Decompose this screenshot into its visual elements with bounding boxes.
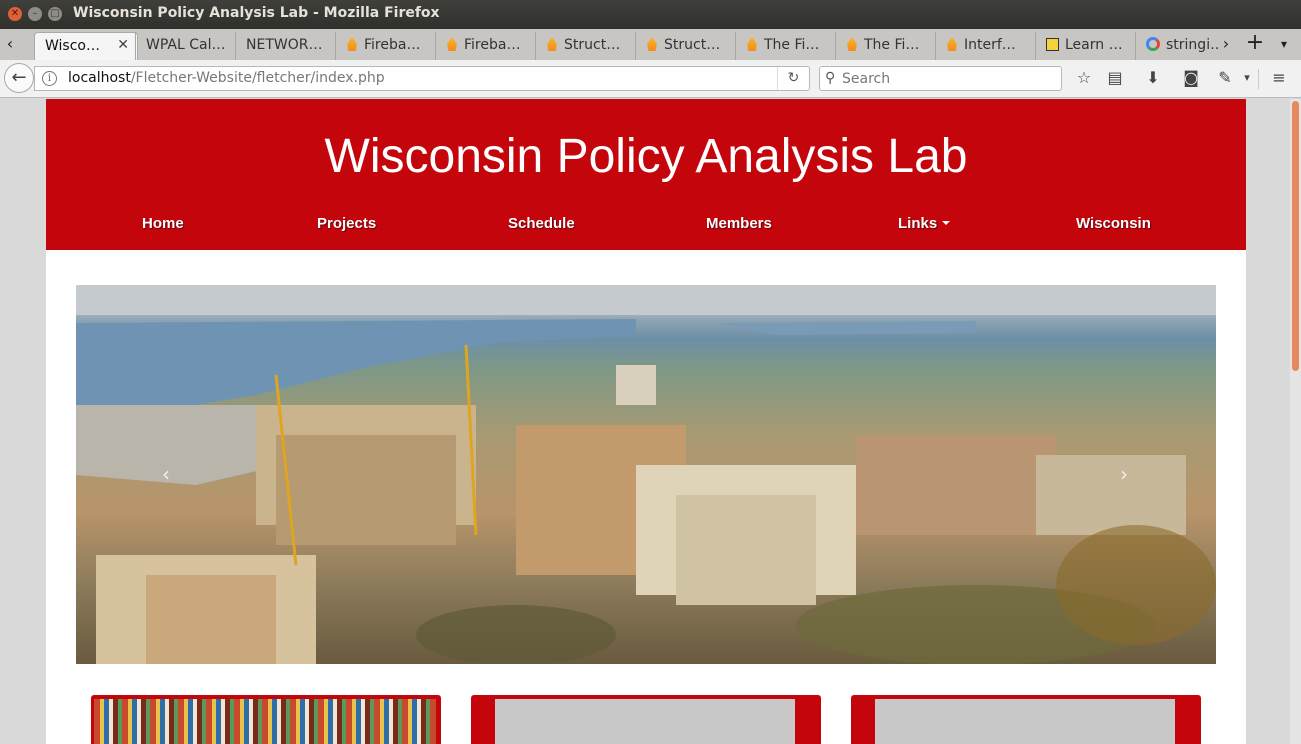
window-titlebar: ✕ – □ Wisconsin Policy Analysis Lab - Mo… [0,0,1301,29]
site-container: Wisconsin Policy Analysis Lab Home Proje… [46,99,1246,744]
tab-label: Fireba… [364,37,421,53]
learn-icon [1046,38,1059,51]
nav-wisconsin[interactable]: Wisconsin [1076,215,1151,232]
tab-label: Learn … [1065,37,1123,53]
firebase-icon [847,37,857,51]
nav-members[interactable]: Members [706,215,772,232]
search-bar[interactable]: ⚲ [819,66,1062,91]
tab-the-fi-2[interactable]: The Fi… [835,32,935,60]
search-icon: ⚲ [825,70,836,86]
nav-links[interactable]: Links [898,215,951,232]
tab-label: Fireba… [464,37,521,53]
info-icon[interactable]: i [42,71,57,86]
tab-label: Interf… [964,37,1016,53]
tab-label: Wisco… [45,38,100,54]
tab-the-fi-1[interactable]: The Fi… [735,32,835,60]
url-text[interactable]: localhost/Fletcher-Website/fletcher/inde… [68,70,385,86]
tab-learn[interactable]: Learn … [1035,32,1135,60]
tab-wpal-calendar[interactable]: WPAL Cal… [135,32,235,60]
tab-struct-1[interactable]: Struct… [535,32,635,60]
bookshelf-image [94,699,436,744]
carousel-next-icon[interactable]: › [1112,463,1136,487]
firebase-icon [747,37,757,51]
tab-stringi[interactable]: stringi… [1135,32,1219,60]
url-host: localhost [68,70,131,86]
tab-label: NETWOR… [246,37,323,53]
extension-icon[interactable]: ✎ [1214,68,1236,90]
tab-label: The Fi… [864,37,920,53]
caret-down-icon [942,221,951,225]
tab-scroll-right-icon[interactable]: › [1216,29,1236,60]
search-input[interactable] [842,69,1052,88]
nav-home[interactable]: Home [142,215,184,232]
tab-label: WPAL Cal… [146,37,226,53]
tab-scroll-left-icon[interactable]: ‹ [0,29,20,60]
card-2[interactable] [471,695,821,744]
tab-firebase-1[interactable]: Fireba… [335,32,435,60]
firebase-icon [547,37,557,51]
nav-projects[interactable]: Projects [317,215,376,232]
google-icon [1146,37,1160,51]
site-title: Wisconsin Policy Analysis Lab [324,130,968,183]
card-1[interactable] [91,695,441,744]
campus-aerial-photo [76,285,1216,664]
tab-label: stringi… [1166,37,1219,53]
extension-dropdown-icon[interactable]: ▾ [1236,68,1258,90]
tab-label: The Fi… [764,37,820,53]
tab-list-icon[interactable]: ▾ [1274,29,1294,60]
new-tab-icon[interactable]: + [1244,29,1266,60]
scrollbar-thumb[interactable] [1292,101,1299,371]
tab-strip: ‹ Wisco… ✕ WPAL Cal… NETWOR… Fireba… Fir… [0,29,1301,60]
image-carousel[interactable]: ‹ › [76,285,1216,664]
url-bar[interactable]: i localhost/Fletcher-Website/fletcher/in… [34,66,810,91]
tab-network[interactable]: NETWOR… [235,32,335,60]
tab-wisconsin[interactable]: Wisco… ✕ [34,32,138,60]
firebase-icon [447,37,457,51]
tab-label: Struct… [564,37,621,53]
window-maximize-button[interactable]: □ [48,7,62,21]
reading-list-icon[interactable]: ▤ [1104,68,1126,90]
nav-schedule[interactable]: Schedule [508,215,575,232]
firebase-icon [347,37,357,51]
page-scrollbar[interactable] [1290,99,1301,744]
window-minimize-button[interactable]: – [28,7,42,21]
close-tab-icon[interactable]: ✕ [117,37,129,53]
reload-icon[interactable]: ↻ [777,67,809,90]
carousel-prev-icon[interactable]: ‹ [154,463,178,487]
window-title: Wisconsin Policy Analysis Lab - Mozilla … [73,5,440,21]
tab-firebase-2[interactable]: Fireba… [435,32,535,60]
window-close-button[interactable]: ✕ [8,7,22,21]
firebase-icon [947,37,957,51]
card-image-placeholder [875,699,1175,744]
nav-links-label: Links [898,215,938,232]
navigation-toolbar: ← i localhost/Fletcher-Website/fletcher/… [0,60,1301,98]
pocket-icon[interactable]: ◙ [1180,68,1202,90]
tab-struct-2[interactable]: Struct… [635,32,735,60]
download-icon[interactable]: ⬇ [1142,68,1164,90]
url-path: /Fletcher-Website/fletcher/index.php [130,70,385,86]
firebase-icon [647,37,657,51]
page-viewport: Wisconsin Policy Analysis Lab Home Proje… [0,99,1290,744]
tab-label: Struct… [664,37,721,53]
tab-interf[interactable]: Interf… [935,32,1035,60]
card-image-placeholder [495,699,795,744]
back-button[interactable]: ← [4,63,34,93]
bookmark-star-icon[interactable]: ☆ [1073,68,1095,90]
card-3[interactable] [851,695,1201,744]
toolbar-separator [1258,69,1259,89]
menu-icon[interactable]: ≡ [1268,68,1290,90]
site-header: Wisconsin Policy Analysis Lab Home Proje… [46,99,1246,250]
